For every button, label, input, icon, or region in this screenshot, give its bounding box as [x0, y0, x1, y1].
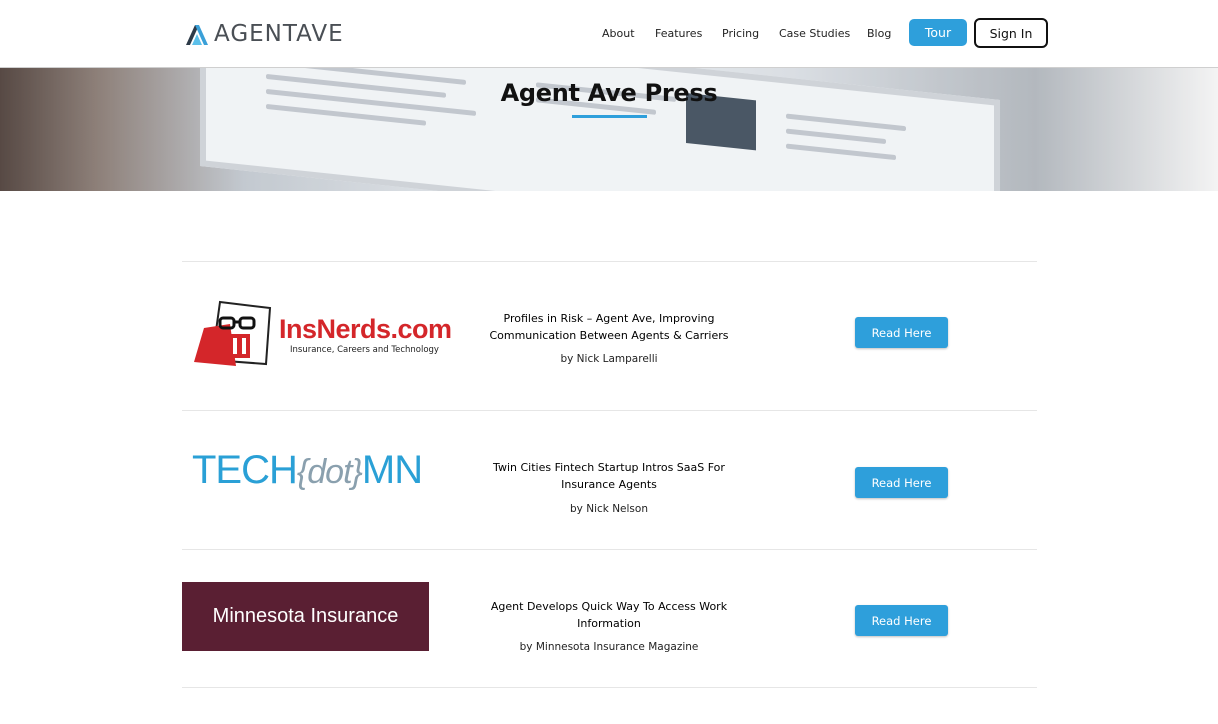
divider [182, 549, 1037, 550]
sign-in-button[interactable]: Sign In [974, 18, 1048, 48]
nav-pricing[interactable]: Pricing [722, 27, 759, 41]
insnerds-logo-subtitle: Insurance, Careers and Technology [290, 345, 439, 355]
techdotmn-middle: {dot} [296, 453, 363, 491]
nav-blog[interactable]: Blog [867, 27, 891, 41]
divider [182, 410, 1037, 411]
insnerds-logo: InsNerds.com Insurance, Careers and Tech… [190, 298, 452, 370]
read-here-button[interactable]: Read Here [855, 317, 948, 348]
article-author: by Minnesota Insurance Magazine [519, 641, 699, 653]
tour-button[interactable]: Tour [909, 19, 967, 46]
article-author: by Nick Nelson [570, 503, 648, 515]
site-header: AGENTAVE About Features Pricing Case Stu… [0, 0, 1218, 68]
insnerds-mascot-icon [194, 300, 272, 366]
title-underline [572, 115, 647, 118]
article-title: Agent Develops Quick Way To Access Work … [490, 600, 728, 630]
minnesota-insurance-logo: Minnesota Insurance [182, 582, 429, 651]
minnesota-insurance-logo-text: Minnesota Insurance [212, 605, 399, 627]
nav-features[interactable]: Features [655, 27, 702, 41]
page-title: Agent Ave Press [500, 79, 718, 107]
article-title: Twin Cities Fintech Startup Intros SaaS … [493, 461, 725, 491]
nav-about[interactable]: About [602, 27, 635, 41]
article-title: Profiles in Risk – Agent Ave, Improving … [489, 312, 729, 342]
nav-case-studies[interactable]: Case Studies [779, 27, 850, 41]
techdotmn-logo-text: TECH{dot}MN [192, 448, 423, 494]
article-author: by Nick Lamparelli [560, 353, 658, 365]
divider [182, 687, 1037, 688]
techdotmn-suffix: MN [361, 448, 423, 492]
read-here-button[interactable]: Read Here [855, 467, 948, 498]
read-here-button[interactable]: Read Here [855, 605, 948, 636]
divider [182, 261, 1037, 262]
techdotmn-prefix: TECH [192, 448, 298, 492]
insnerds-logo-text: InsNerds.com [279, 314, 452, 344]
techdotmn-logo: TECH{dot}MN [192, 448, 442, 492]
